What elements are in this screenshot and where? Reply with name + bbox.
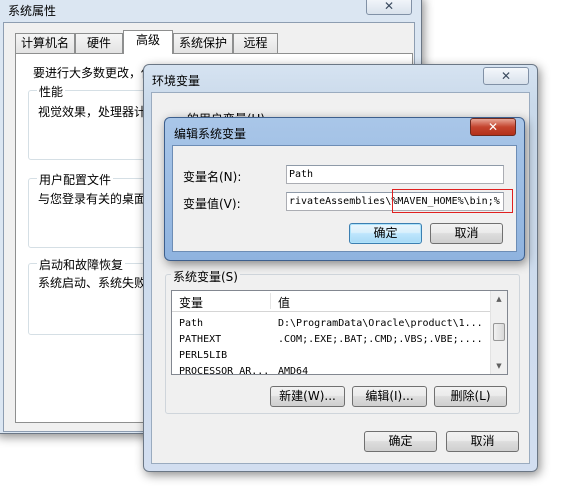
column-divider[interactable]	[270, 293, 271, 309]
user-profiles-desc: 与您登录有关的桌面	[38, 192, 147, 206]
user-profiles-group	[28, 178, 148, 248]
list-scrollbar[interactable]: ▲ ▼	[490, 291, 507, 374]
delete-variable-button[interactable]: 删除(L)	[434, 386, 507, 407]
row-value: .COM;.EXE;.BAT;.CMD;.VBS;.VBE;....	[278, 334, 483, 345]
env-cancel-button[interactable]: 取消	[446, 431, 519, 452]
variable-value-label: 变量值(V):	[183, 197, 241, 211]
column-header-variable[interactable]: 变量	[179, 294, 203, 311]
row-value: D:\ProgramData\Oracle\product\1...	[278, 318, 483, 329]
user-profiles-title: 用户配置文件	[37, 171, 114, 188]
edit-variable-button[interactable]: 编辑(I)...	[352, 386, 427, 407]
column-header-value[interactable]: 值	[278, 294, 290, 311]
edit-variable-close-button[interactable]: ✕	[470, 118, 516, 136]
new-variable-button[interactable]: 新建(W)...	[270, 386, 345, 407]
row-variable: Path	[179, 318, 204, 329]
variable-name-input[interactable]: Path	[286, 165, 504, 184]
admin-intro-text: 要进行大多数更改，你	[33, 66, 154, 80]
tab-remote[interactable]: 远程	[233, 33, 278, 53]
startup-recovery-title: 启动和故障恢复	[37, 256, 126, 273]
list-header: 变量 值	[172, 291, 507, 312]
performance-title: 性能	[37, 83, 66, 100]
system-properties-close-button[interactable]: ✕	[366, 0, 412, 15]
row-variable: PATHEXT	[179, 334, 222, 345]
variable-value-prefix: rivateAssemblies\	[289, 196, 392, 207]
system-variables-list[interactable]: 变量 值 Path D:\ProgramData\Oracle\product\…	[171, 290, 508, 375]
close-icon: ✕	[383, 0, 395, 13]
variable-name-value: Path	[289, 169, 314, 180]
scroll-up-icon[interactable]: ▲	[491, 291, 507, 307]
performance-desc: 视觉效果，处理器计	[38, 105, 147, 119]
edit-variable-title: 编辑系统变量	[174, 127, 247, 141]
table-row[interactable]: PERL5LIB	[172, 348, 507, 364]
system-properties-title: 系统属性	[8, 4, 57, 18]
system-variables-label: 系统变量(S)	[171, 268, 240, 285]
scroll-thumb[interactable]	[493, 323, 505, 341]
table-row[interactable]: PROCESSOR_AR... AMD64	[172, 364, 507, 375]
row-variable: PERL5LIB	[179, 350, 228, 361]
row-value: AMD64	[278, 366, 309, 375]
scroll-down-icon[interactable]: ▼	[491, 358, 507, 374]
environment-variables-close-button[interactable]: ✕	[483, 67, 529, 85]
performance-group	[28, 90, 148, 160]
edit-cancel-button[interactable]: 取消	[430, 223, 503, 244]
tab-advanced[interactable]: 高级	[123, 30, 173, 54]
close-icon: ✕	[487, 120, 499, 134]
variable-name-label: 变量名(N):	[183, 170, 242, 184]
tab-hardware[interactable]: 硬件	[75, 33, 123, 53]
table-row[interactable]: Path D:\ProgramData\Oracle\product\1...	[172, 316, 507, 332]
tab-computer-name[interactable]: 计算机名	[15, 33, 75, 53]
edit-ok-button[interactable]: 确定	[349, 223, 422, 244]
table-row[interactable]: PATHEXT .COM;.EXE;.BAT;.CMD;.VBS;.VBE;..…	[172, 332, 507, 348]
env-ok-button[interactable]: 确定	[364, 431, 437, 452]
highlight-box	[392, 189, 513, 213]
startup-recovery-desc: 系统启动、系统失败	[38, 276, 147, 290]
row-variable: PROCESSOR_AR...	[179, 366, 270, 375]
tab-system-protection[interactable]: 系统保护	[173, 33, 233, 53]
close-icon: ✕	[500, 69, 512, 83]
environment-variables-title: 环境变量	[152, 74, 201, 88]
